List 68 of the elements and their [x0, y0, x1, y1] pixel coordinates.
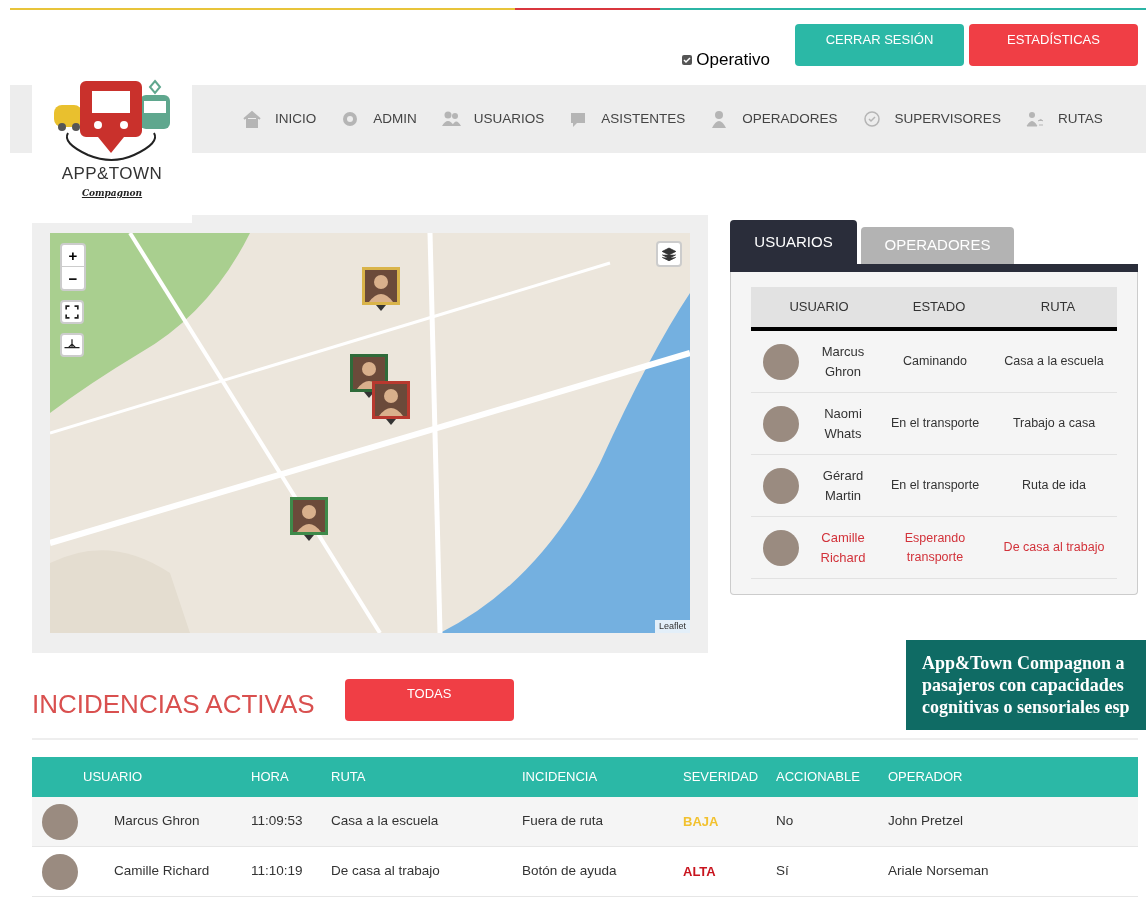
table-cell-text: Casa a la escuela [1003, 353, 1105, 371]
layers-icon[interactable] [656, 241, 682, 267]
table-cell-text: En el transporte [889, 477, 981, 494]
column-header: USUARIO [82, 768, 144, 787]
avatar [763, 343, 799, 380]
user-name: Naomi Whats [823, 404, 863, 443]
table-cell-text: Botón de ayuda [522, 862, 618, 881]
table-cell-text: Fuera de ruta [522, 812, 605, 831]
info-banner: App&Town Compagnon a pasajeros con capacidades cognitivas o sensoriales esp [906, 640, 1146, 730]
table-cell-text: Caminando [902, 353, 968, 370]
logo-name: APP&TOWN [61, 163, 163, 185]
avatar [763, 529, 799, 566]
table-cell-text: Casa a la escuela [331, 812, 440, 831]
table-cell-text: De casa al trabajo [1002, 539, 1106, 557]
column-header: RUTA [331, 768, 367, 787]
table-cell-text: En el transporte [889, 415, 981, 432]
nav-link[interactable]: OPERADORES [742, 108, 838, 130]
avatar [42, 803, 78, 840]
table-cell-text: De casa al trabajo [331, 862, 441, 881]
table-cell-text: 11:09:53 [251, 812, 304, 831]
user-name: Camille Richard [819, 528, 867, 567]
table-cell-text: Ruta de ida [1021, 477, 1087, 495]
severity-label: ALTA [683, 862, 717, 881]
table-cell-text: Esperando transporte [903, 529, 967, 566]
nav-link[interactable]: ADMIN [373, 108, 417, 130]
column-header: HORA [251, 768, 290, 787]
statistics-button[interactable]: ESTADÍSTICAS [969, 24, 1138, 66]
checkbox-label[interactable]: Operativo [696, 47, 770, 73]
column-header: RUTA [1039, 298, 1077, 317]
table-cell-text: Trabajo a casa [1011, 415, 1097, 433]
avatar [763, 405, 799, 442]
table-cell-text: Marcus Ghron [114, 812, 200, 831]
table-cell-text: 11:10:19 [251, 862, 304, 881]
column-header: INCIDENCIA [522, 768, 599, 787]
user-marker-icon[interactable] [350, 354, 388, 400]
column-header: USUARIO [788, 298, 850, 317]
user-name: Marcus Ghron [820, 342, 866, 381]
nav-link[interactable]: ASISTENTES [601, 108, 686, 130]
logo-tagline: Compagnon [81, 186, 143, 200]
avatar [42, 853, 78, 890]
table-cell-text: John Pretzel [888, 812, 965, 831]
zoom-in-button[interactable]: + [62, 245, 84, 267]
user-marker-icon[interactable] [362, 267, 400, 313]
nav-link[interactable]: INICIO [275, 108, 317, 130]
check-circle-icon[interactable] [861, 109, 882, 129]
all-button[interactable]: TODAS [344, 678, 514, 721]
nav-link[interactable]: RUTAS [1057, 108, 1103, 130]
tab[interactable]: USUARIOS [730, 220, 857, 264]
column-header: OPERADOR [888, 768, 964, 787]
column-header: ESTADO [911, 298, 967, 317]
locate-icon[interactable] [60, 333, 84, 357]
table-cell-text: Camille Richard [114, 862, 210, 881]
column-header: SEVERIDAD [683, 768, 760, 787]
user-name: Gérard Martin [821, 466, 865, 505]
table-cell-text: No [776, 812, 795, 831]
table-cell-text: Sí [776, 862, 790, 881]
avatar [763, 467, 799, 504]
user-marker-icon[interactable] [290, 497, 328, 543]
table-cell-text: Ariale Norseman [888, 862, 990, 881]
checkbox[interactable] [682, 55, 693, 65]
fullscreen-icon[interactable] [60, 300, 84, 324]
zoom-out-button[interactable]: − [62, 267, 84, 289]
nav-link[interactable]: SUPERVISORES [894, 108, 1001, 130]
column-header: ACCIONABLE [776, 768, 861, 787]
severity-label: BAJA [683, 812, 720, 831]
section-title: INCIDENCIAS ACTIVAS [32, 688, 315, 721]
nav-link[interactable]: USUARIOS [473, 108, 545, 130]
user-marker-icon[interactable] [372, 381, 410, 427]
